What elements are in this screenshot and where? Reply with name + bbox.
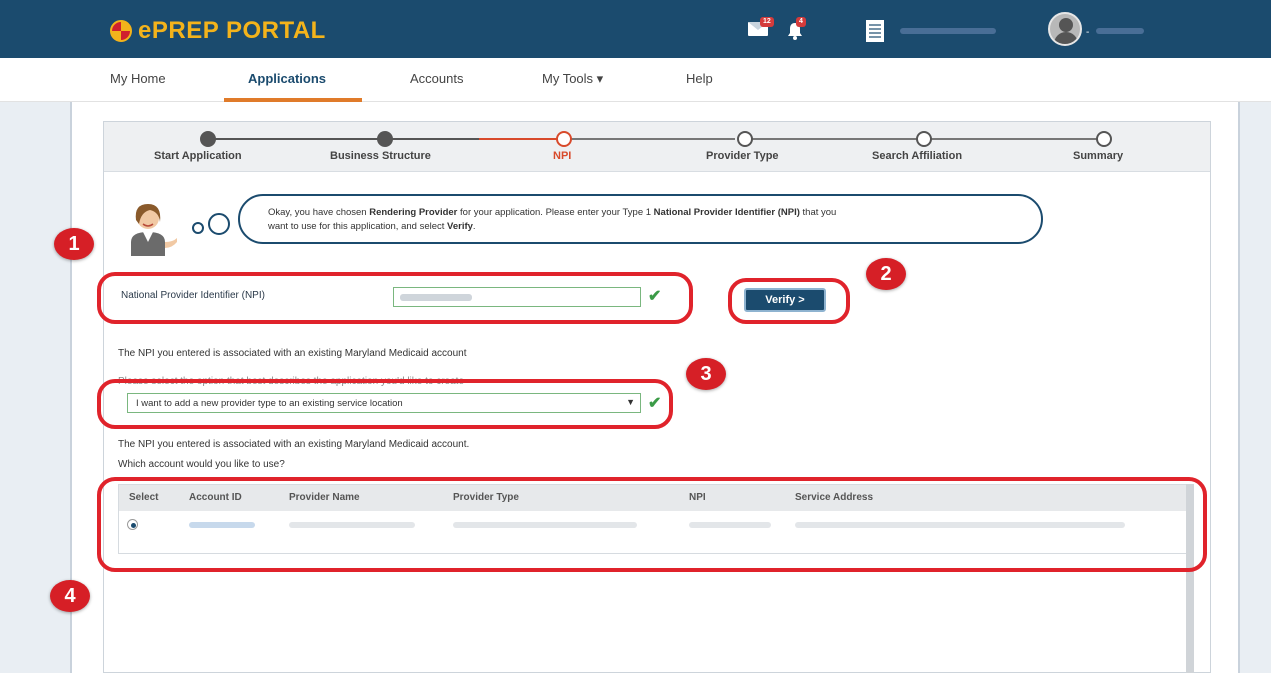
step-connector (209, 138, 385, 140)
step-connector (565, 138, 735, 140)
user-avatar[interactable] (1048, 12, 1082, 46)
annotation-number-4: 4 (50, 580, 90, 612)
mail-count-badge: 12 (760, 17, 774, 27)
assistant-avatar-icon (131, 204, 177, 256)
assistant-text: want to use for this application, and se… (268, 221, 448, 232)
annotation-ring-table (97, 477, 1207, 572)
step-dot-start-application[interactable] (200, 131, 216, 147)
progress-stepper: Start Application Business Structure NPI… (104, 122, 1210, 172)
assistant-message: Okay, you have chosen Rendering Provider… (238, 194, 1043, 244)
step-dot-npi[interactable] (556, 131, 572, 147)
assistant-text: that you (799, 207, 837, 218)
annotation-number-1: 1 (54, 228, 94, 260)
thought-bubble-small (192, 222, 204, 234)
top-header: ePREP PORTAL 12 4 - (0, 0, 1271, 58)
step-label-business-structure: Business Structure (330, 150, 431, 162)
maryland-flag-icon (110, 20, 132, 42)
step-label-provider-type: Provider Type (706, 150, 779, 162)
step-dot-business-structure[interactable] (377, 131, 393, 147)
step-dot-summary (1096, 131, 1112, 147)
nav-my-tools[interactable]: My Tools ▾ (542, 71, 603, 87)
step-connector (745, 138, 925, 140)
assistant-text-bold: Verify (447, 221, 473, 232)
step-connector (925, 138, 1105, 140)
assistant-text: . (472, 221, 476, 232)
user-name-redacted (1096, 28, 1144, 34)
portal-title: ePREP PORTAL (138, 17, 326, 44)
annotation-number-3: 3 (686, 358, 726, 390)
step-label-summary: Summary (1073, 150, 1124, 162)
step-label-search-affiliation: Search Affiliation (872, 150, 963, 162)
thought-bubble-medium (208, 213, 230, 235)
notification-count-badge: 4 (796, 17, 806, 27)
assistant-text-bold: National Provider Identifier (NPI) (653, 207, 800, 218)
main-nav: My Home Applications Accounts My Tools ▾… (0, 58, 1271, 102)
portal-logo[interactable]: ePREP PORTAL (110, 17, 326, 45)
step-label-npi: NPI (553, 150, 572, 162)
nav-my-home[interactable]: My Home (110, 71, 166, 86)
mail-icon[interactable]: 12 (748, 17, 774, 36)
organization-name-redacted (900, 28, 996, 34)
existing-account-message: The NPI you entered is associated with a… (118, 348, 467, 359)
assistant-text: Okay, you have chosen (268, 207, 370, 218)
annotation-ring-npi-field (97, 272, 693, 324)
nav-applications[interactable]: Applications (248, 71, 326, 86)
which-account-question: Which account would you like to use? (118, 459, 285, 470)
step-label-start-application: Start Application (154, 150, 242, 162)
user-menu-caret[interactable]: - (1086, 27, 1089, 38)
assistant-text-bold: Rendering Provider (369, 207, 458, 218)
annotation-ring-select (97, 379, 673, 429)
annotation-number-2: 2 (866, 258, 906, 290)
assistant-text: for your application. Please enter your … (457, 207, 654, 218)
annotation-ring-verify (728, 278, 850, 324)
bell-icon[interactable]: 4 (786, 17, 806, 40)
step-dot-provider-type (737, 131, 753, 147)
step-dot-search-affiliation (916, 131, 932, 147)
building-icon[interactable] (866, 20, 884, 42)
existing-account-message-2: The NPI you entered is associated with a… (118, 439, 470, 450)
nav-accounts[interactable]: Accounts (410, 71, 463, 86)
nav-help[interactable]: Help (686, 71, 713, 86)
